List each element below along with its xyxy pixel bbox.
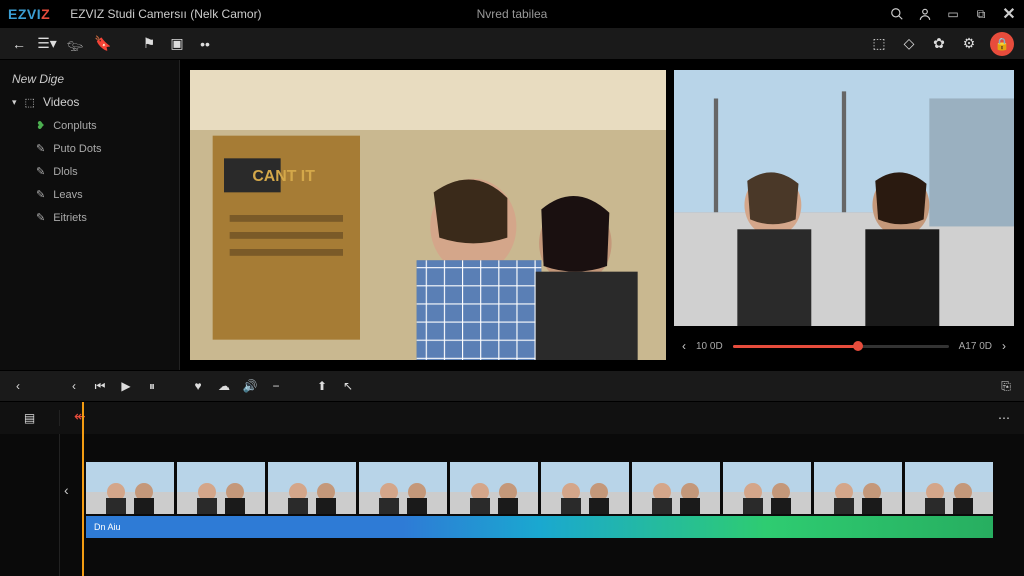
tl-prev-icon[interactable]: ‹ (66, 378, 82, 394)
tl-audio-icon[interactable]: 🔊 (242, 378, 258, 394)
clip-thumb[interactable] (86, 462, 174, 514)
tl-rewind-icon[interactable]: ⏮ (92, 378, 108, 394)
tool-star-icon[interactable]: ✿ (930, 35, 948, 53)
audio-track[interactable]: Dn Aiu (86, 516, 993, 538)
sidebar-item-eitriets[interactable]: ✎ Eitriets (0, 206, 179, 229)
tl-scroll-left-icon[interactable]: ‹ (64, 482, 69, 498)
screen-icon[interactable]: ▣ (168, 35, 186, 53)
search-icon[interactable] (890, 7, 904, 21)
scrubber[interactable] (733, 345, 949, 348)
back-icon[interactable]: ← (10, 35, 28, 53)
edit-icon: ✎ (36, 211, 45, 224)
bookmark-icon[interactable]: 🔖 (94, 35, 112, 53)
sidebar-item-label: Dlols (53, 166, 77, 178)
tl-heart-icon[interactable]: ♥ (190, 378, 206, 394)
tl-opts-icon[interactable]: ⋯ (996, 410, 1012, 426)
preview-secondary[interactable] (674, 70, 1014, 326)
preview-area: CANT IT (180, 60, 1024, 370)
tl-list-icon[interactable]: ▤ (22, 410, 38, 426)
tl-pause-icon[interactable]: ⏸ (144, 378, 160, 394)
videos-icon: ⬚ (25, 96, 35, 109)
edit-icon: ✎ (36, 188, 45, 201)
tool-gear-icon[interactable]: ⚙ (960, 35, 978, 53)
tl-brush-icon[interactable]: ↖ (340, 378, 356, 394)
main-toolbar: ← ☰▾ 𓅰 🔖 ⚑ ▣ •• ⬚ ◇ ✿ ⚙ 🔒 (0, 28, 1024, 60)
edit-icon: ✎ (36, 142, 45, 155)
titlebar: EZVIZ EZVIZ Studi Camersıı (Nelk Camor) … (0, 0, 1024, 28)
sidebar-item-leavs[interactable]: ✎ Leavs (0, 183, 179, 206)
tl-cut-icon[interactable]: ⬆ (314, 378, 330, 394)
svg-text:CANT IT: CANT IT (252, 168, 315, 185)
preview-controls: ‹ 10 0D A17 0D › (674, 332, 1014, 360)
sidebar-item-dlols[interactable]: ✎ Dlols (0, 160, 179, 183)
clip-thumb[interactable] (814, 462, 902, 514)
clip-thumb[interactable] (268, 462, 356, 514)
dots-icon[interactable]: •• (196, 35, 214, 53)
timeline-tracks: ‹ Dn Aiu (0, 434, 1024, 576)
window-icon[interactable]: ⧉ (974, 7, 988, 21)
prev-icon[interactable]: ‹ (682, 339, 686, 353)
window-title: EZVIZ Studi Camersıı (Nelk Camor) (70, 7, 261, 21)
tool-tag-icon[interactable]: ◇ (900, 35, 918, 53)
maximize-icon[interactable]: ▭ (946, 7, 960, 21)
tool-search-icon[interactable]: ⬚ (870, 35, 888, 53)
user-icon[interactable] (918, 7, 932, 21)
main-area: New Dige ▾ ⬚ Videos ❥ Conpluts ✎ Puto Do… (0, 60, 1024, 370)
sidebar-item-puto-dots[interactable]: ✎ Puto Dots (0, 137, 179, 160)
time-total: A17 0D (959, 341, 992, 352)
tl-nav-left-icon[interactable]: ‹ (10, 378, 26, 394)
next-icon[interactable]: › (1002, 339, 1006, 353)
window-subtitle: Nvred tabilea (477, 7, 548, 21)
flag-icon[interactable]: ⚑ (140, 35, 158, 53)
sidebar-item-label: Conpluts (53, 120, 96, 132)
sidebar: New Dige ▾ ⬚ Videos ❥ Conpluts ✎ Puto Do… (0, 60, 180, 370)
clip-thumb[interactable] (632, 462, 720, 514)
edit-icon: ✎ (36, 165, 45, 178)
scrubber-handle[interactable] (853, 341, 863, 351)
sidebar-item-conpluts[interactable]: ❥ Conpluts (0, 114, 179, 137)
clip-thumb[interactable] (905, 462, 993, 514)
video-track[interactable] (86, 462, 1024, 514)
timeline-track-labels (0, 434, 60, 576)
preview-main[interactable]: CANT IT (190, 70, 666, 360)
tl-play-icon[interactable]: ▶ (118, 378, 134, 394)
clip-thumb[interactable] (359, 462, 447, 514)
sidebar-item-label: Leavs (53, 189, 82, 201)
clip-thumb[interactable] (450, 462, 538, 514)
sidebar-item-label: Eitriets (53, 212, 87, 224)
sidebar-header: New Dige (0, 68, 179, 90)
audio-track-label: Dn Aiu (94, 522, 121, 532)
clip-thumb[interactable] (541, 462, 629, 514)
app-logo: EZVIZ (8, 6, 50, 22)
clip-thumb[interactable] (177, 462, 265, 514)
time-current: 10 0D (696, 341, 723, 352)
leaf-icon: ❥ (36, 119, 45, 132)
chevron-down-icon: ▾ (12, 97, 17, 108)
timeline-header: ▤ ↞ ⋯ (0, 402, 1024, 434)
sidebar-item-videos[interactable]: ▾ ⬚ Videos (0, 90, 179, 114)
record-button[interactable]: 🔒 (990, 32, 1014, 56)
playhead[interactable] (82, 402, 84, 576)
clip-thumb[interactable] (723, 462, 811, 514)
bird-icon[interactable]: 𓅰 (66, 35, 84, 53)
tl-cloud-icon[interactable]: ☁ (216, 378, 232, 394)
tl-export-icon[interactable]: ⎘ (998, 379, 1014, 395)
sidebar-item-label: Puto Dots (53, 143, 101, 155)
close-icon[interactable]: ✕ (1002, 7, 1016, 21)
tl-minus-icon[interactable]: − (268, 378, 284, 394)
sidebar-root-label: Videos (43, 95, 79, 109)
timeline-toolbar: ‹ ‹ ⏮ ▶ ⏸ ♥ ☁ 🔊 − ⬆ ↖ ⎘ (0, 370, 1024, 402)
menu-icon[interactable]: ☰▾ (38, 35, 56, 53)
